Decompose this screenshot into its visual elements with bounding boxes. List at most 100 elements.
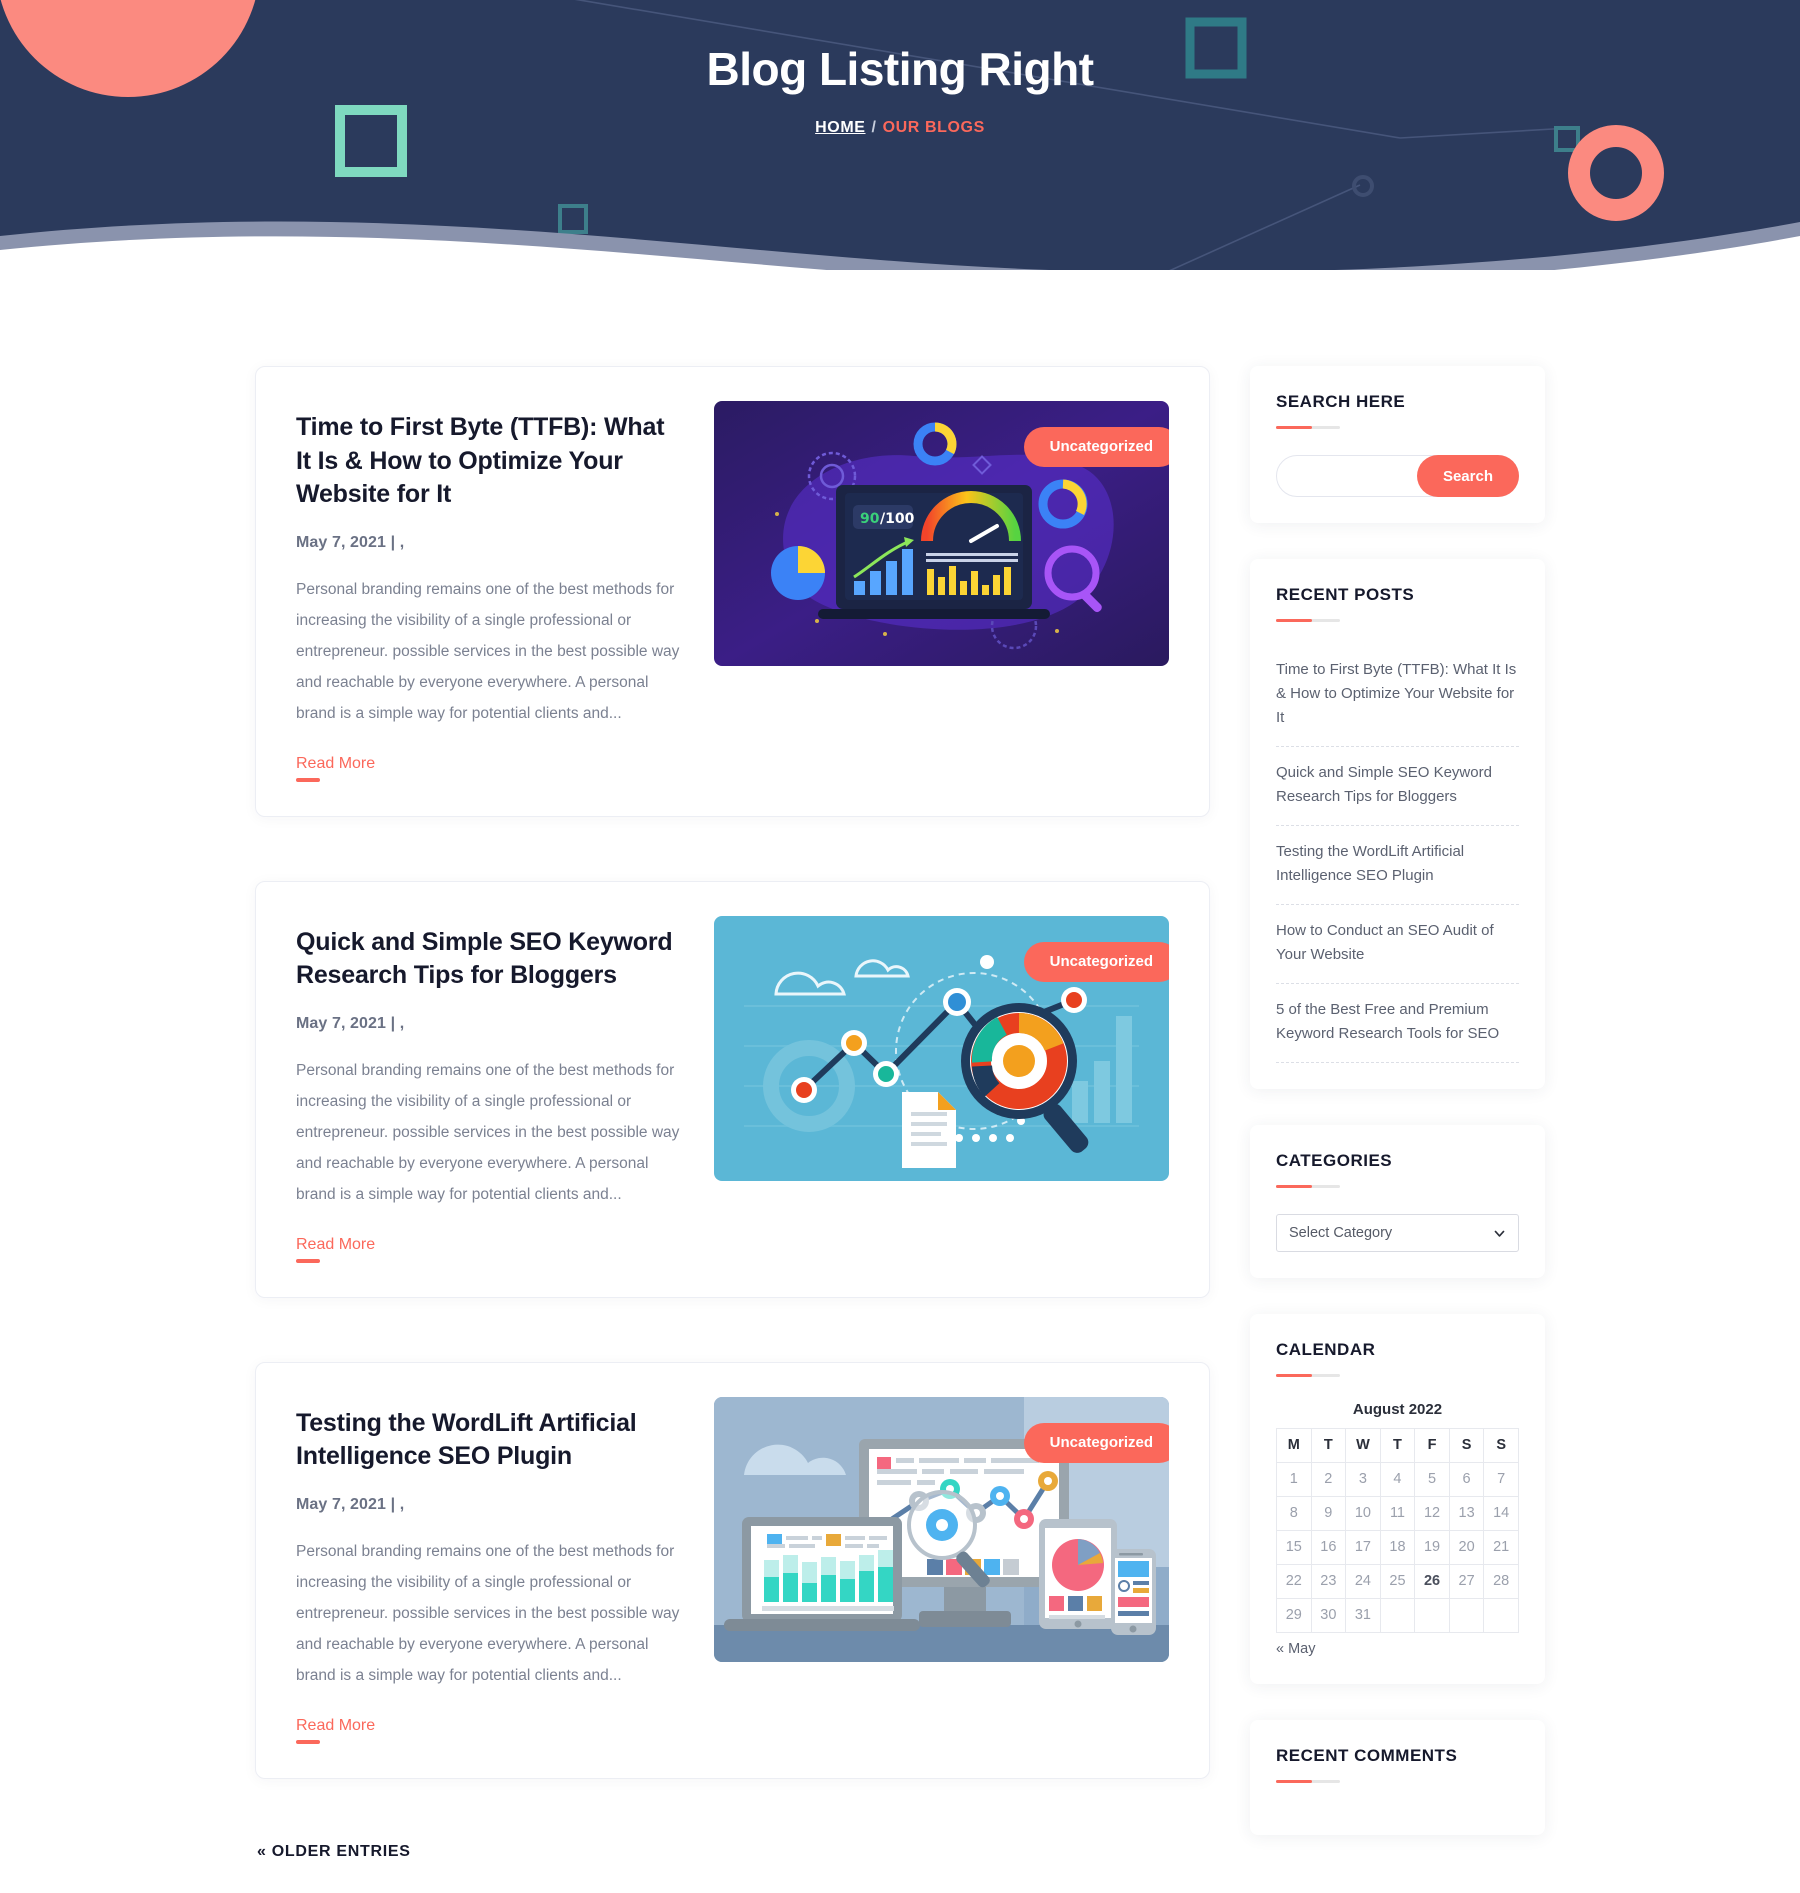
calendar-weeks: 1 2 3 4 5 6 7 8 9 10 11 12 13 14 15 16 1… — [1276, 1462, 1519, 1633]
recent-post-link[interactable]: Testing the WordLift Artificial Intellig… — [1276, 840, 1519, 888]
calendar-day[interactable]: 3 — [1345, 1462, 1381, 1497]
calendar-day[interactable]: 12 — [1414, 1496, 1450, 1531]
calendar-day-empty — [1379, 1598, 1416, 1633]
widget-recent-posts: RECENT POSTS Time to First Byte (TTFB): … — [1250, 559, 1545, 1089]
post-text-block: Testing the WordLift Artificial Intellig… — [296, 1397, 680, 1744]
post-title[interactable]: Time to First Byte (TTFB): What It Is & … — [296, 411, 680, 512]
recent-posts-list: Time to First Byte (TTFB): What It Is & … — [1276, 644, 1519, 1063]
calendar-day-empty — [1448, 1598, 1485, 1633]
calendar-day[interactable]: 31 — [1345, 1598, 1381, 1633]
post-category-badge[interactable]: Uncategorized — [1023, 427, 1169, 467]
read-more-link[interactable]: Read More — [296, 755, 375, 782]
calendar-day[interactable]: 1 — [1276, 1462, 1312, 1497]
calendar-day[interactable]: 6 — [1448, 1462, 1485, 1497]
calendar-weekday: M — [1276, 1428, 1312, 1463]
calendar-day[interactable]: 15 — [1276, 1530, 1312, 1565]
recent-post-link[interactable]: Quick and Simple SEO Keyword Research Ti… — [1276, 761, 1519, 809]
calendar-day[interactable]: 28 — [1483, 1564, 1519, 1599]
page-banner: Blog Listing Right HOME / OUR BLOGS — [0, 0, 1800, 270]
calendar-day[interactable]: 29 — [1276, 1598, 1312, 1633]
calendar-day[interactable]: 9 — [1310, 1496, 1347, 1531]
calendar-day[interactable]: 13 — [1448, 1496, 1485, 1531]
calendar-day[interactable]: 30 — [1310, 1598, 1347, 1633]
calendar-day[interactable]: 20 — [1448, 1530, 1485, 1565]
category-select[interactable]: Select Category — [1276, 1214, 1519, 1252]
post-category-badge[interactable]: Uncategorized — [1023, 941, 1169, 982]
calendar-day[interactable]: 10 — [1345, 1496, 1381, 1531]
breadcrumb-separator: / — [871, 119, 877, 137]
recent-post-link[interactable]: Time to First Byte (TTFB): What It Is & … — [1276, 658, 1519, 730]
page-title: Blog Listing Right — [706, 43, 1094, 95]
blog-post-card[interactable]: Quick and Simple SEO Keyword Research Ti… — [255, 880, 1210, 1298]
sidebar: SEARCH HERE Search RECENT POSTS Time to … — [1250, 366, 1545, 1871]
search-button[interactable]: Search — [1416, 455, 1519, 497]
older-entries-link[interactable]: « OLDER ENTRIES — [257, 1843, 411, 1860]
recent-post-link[interactable]: How to Conduct an SEO Audit of Your Webs… — [1276, 919, 1519, 967]
widget-title: RECENT POSTS — [1276, 585, 1415, 604]
post-meta-date: May 7, 2021 | , — [296, 1495, 405, 1513]
calendar-weekday: F — [1414, 1428, 1450, 1463]
widget-underline — [1276, 1780, 1340, 1783]
widget-recent-comments: RECENT COMMENTS — [1250, 1720, 1545, 1835]
breadcrumb-home-link[interactable]: HOME — [815, 119, 865, 136]
calendar-day[interactable]: 24 — [1345, 1564, 1381, 1599]
widget-underline — [1276, 1185, 1340, 1188]
calendar-day[interactable]: 11 — [1379, 1496, 1416, 1531]
post-category-badge[interactable]: Uncategorized — [1023, 1422, 1169, 1463]
svg-text:/100: /100 — [880, 511, 915, 527]
calendar-day[interactable]: 16 — [1310, 1530, 1347, 1565]
calendar-week-row: 1 2 3 4 5 6 7 — [1276, 1462, 1519, 1497]
list-item[interactable]: How to Conduct an SEO Audit of Your Webs… — [1276, 905, 1519, 984]
post-text-block: Time to First Byte (TTFB): What It Is & … — [296, 401, 680, 782]
widget-title: SEARCH HERE — [1276, 392, 1406, 411]
calendar-day[interactable]: 25 — [1379, 1564, 1416, 1599]
calendar-day[interactable]: 7 — [1483, 1462, 1519, 1497]
post-thumbnail[interactable]: Uncategorized — [714, 915, 1169, 1181]
post-title[interactable]: Testing the WordLift Artificial Intellig… — [296, 1407, 680, 1474]
calendar-day[interactable]: 4 — [1379, 1462, 1416, 1497]
post-title[interactable]: Quick and Simple SEO Keyword Research Ti… — [296, 926, 680, 993]
calendar-day[interactable]: 17 — [1345, 1530, 1381, 1565]
blog-post-card[interactable]: Testing the WordLift Artificial Intellig… — [255, 1361, 1210, 1779]
post-excerpt: Personal branding remains one of the bes… — [296, 1542, 680, 1684]
blog-post-card[interactable]: Time to First Byte (TTFB): What It Is & … — [255, 366, 1210, 817]
post-text-block: Quick and Simple SEO Keyword Research Ti… — [296, 916, 680, 1263]
calendar-day-today[interactable]: 26 — [1414, 1564, 1450, 1599]
list-item[interactable]: 5 of the Best Free and Premium Keyword R… — [1276, 984, 1519, 1063]
calendar-day[interactable]: 23 — [1310, 1564, 1347, 1599]
calendar-week-row: 15 16 17 18 19 20 21 — [1276, 1530, 1519, 1565]
svg-text:90: 90 — [860, 511, 880, 527]
read-more-link[interactable]: Read More — [296, 1717, 375, 1744]
calendar-caption: August 2022 — [1352, 1401, 1443, 1418]
calendar-day[interactable]: 27 — [1448, 1564, 1485, 1599]
calendar-table: M T W T F S S 1 2 3 4 5 6 7 8 9 10 11 12… — [1276, 1428, 1519, 1633]
widget-title: RECENT COMMENTS — [1276, 1746, 1458, 1765]
calendar-day[interactable]: 22 — [1276, 1564, 1312, 1599]
search-form: Search — [1276, 455, 1519, 497]
pagination: « OLDER ENTRIES — [255, 1843, 1210, 1861]
calendar-day-empty — [1414, 1598, 1450, 1633]
widget-title: CATEGORIES — [1276, 1151, 1393, 1170]
post-excerpt: Personal branding remains one of the bes… — [296, 1061, 680, 1203]
list-item[interactable]: Quick and Simple SEO Keyword Research Ti… — [1276, 747, 1519, 826]
calendar-weekday: S — [1483, 1428, 1519, 1463]
calendar-weekday: T — [1379, 1428, 1416, 1463]
calendar-day[interactable]: 5 — [1414, 1462, 1450, 1497]
post-thumbnail[interactable]: Uncategorized — [714, 1396, 1169, 1662]
calendar-day[interactable]: 21 — [1483, 1530, 1519, 1565]
post-excerpt: Personal branding remains one of the bes… — [296, 580, 680, 722]
read-more-link[interactable]: Read More — [296, 1236, 375, 1263]
list-item[interactable]: Time to First Byte (TTFB): What It Is & … — [1276, 644, 1519, 747]
calendar-day[interactable]: 2 — [1310, 1462, 1347, 1497]
calendar-weekday: W — [1345, 1428, 1381, 1463]
calendar-day[interactable]: 19 — [1414, 1530, 1450, 1565]
post-thumbnail[interactable]: 90 /100 Uncategorized — [714, 401, 1169, 666]
list-item[interactable]: Testing the WordLift Artificial Intellig… — [1276, 826, 1519, 905]
calendar-day[interactable]: 18 — [1379, 1530, 1416, 1565]
calendar-day[interactable]: 8 — [1276, 1496, 1312, 1531]
widget-calendar: CALENDAR August 2022 M T W T F S S 1 2 3… — [1250, 1314, 1545, 1684]
calendar-weekday: S — [1448, 1428, 1485, 1463]
calendar-day[interactable]: 14 — [1483, 1496, 1519, 1531]
calendar-prev-month-link[interactable]: « May — [1276, 1641, 1316, 1657]
recent-post-link[interactable]: 5 of the Best Free and Premium Keyword R… — [1276, 998, 1519, 1046]
